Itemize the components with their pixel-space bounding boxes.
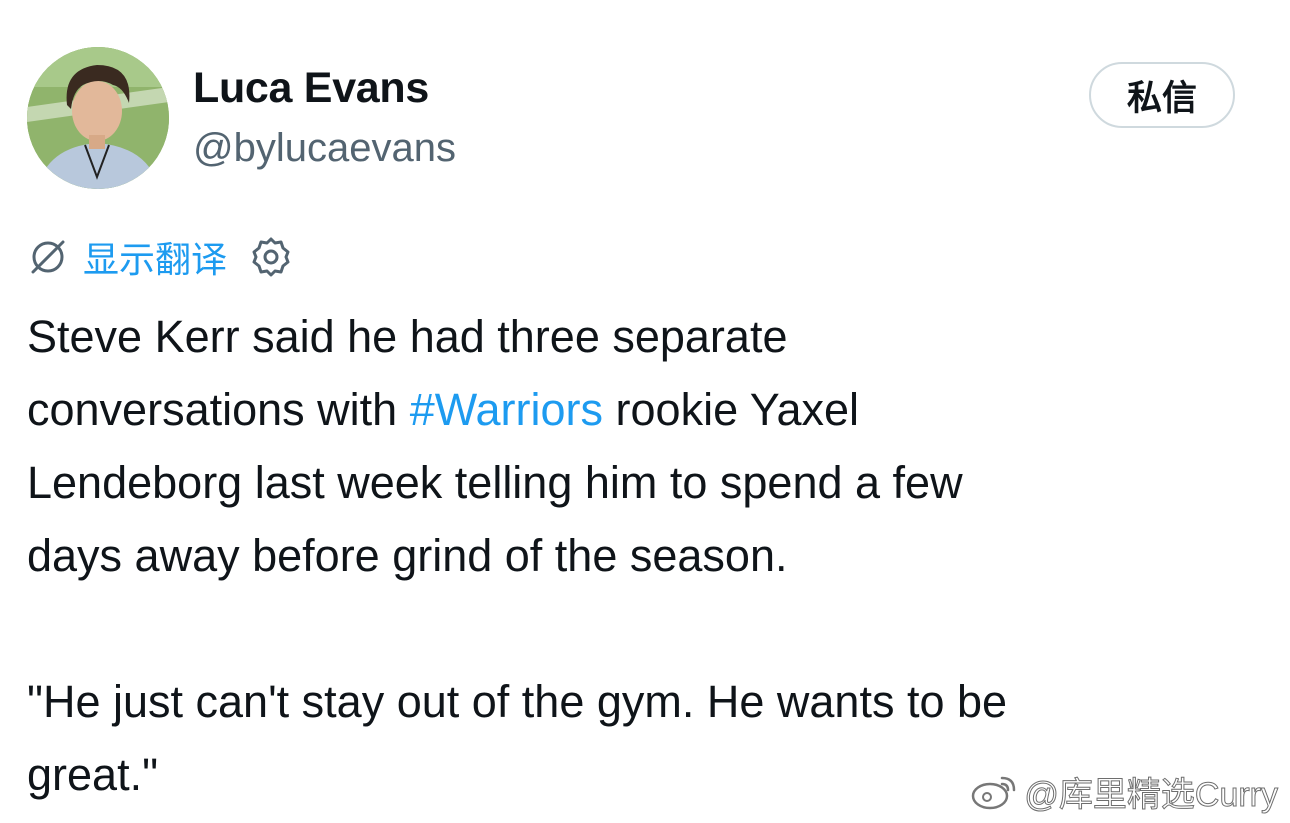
translate-row: 显示翻译	[27, 232, 295, 282]
tweet-line: Steve Kerr said he had three separate	[27, 311, 788, 362]
gear-icon[interactable]	[247, 233, 295, 281]
profile-photo	[27, 47, 169, 189]
watermark: @库里精选Curry	[970, 767, 1278, 815]
hashtag-link[interactable]: #Warriors	[410, 384, 603, 435]
watermark-text: @库里精选Curry	[1024, 775, 1279, 814]
author-display-name[interactable]: Luca Evans	[193, 64, 429, 113]
author-handle[interactable]: @bylucaevans	[193, 126, 456, 171]
tweet-line: conversations with #Warriors rookie Yaxe…	[27, 373, 1267, 446]
weibo-logo-icon	[970, 770, 1020, 812]
direct-message-button[interactable]: 私信	[1089, 62, 1235, 128]
show-translation-link[interactable]: 显示翻译	[83, 231, 227, 283]
tweet-line: Lendeborg last week telling him to spend…	[27, 457, 963, 508]
tweet-text-segment: rookie Yaxel	[603, 384, 860, 435]
globe-slash-icon	[27, 236, 69, 278]
avatar[interactable]	[27, 47, 169, 189]
tweet-text-segment: conversations with	[27, 384, 410, 435]
tweet-quote-line: "He just can't stay out of the gym. He w…	[27, 676, 1008, 727]
tweet-text: Steve Kerr said he had three separate co…	[27, 300, 1267, 811]
tweet-line: days away before grind of the season.	[27, 530, 788, 581]
